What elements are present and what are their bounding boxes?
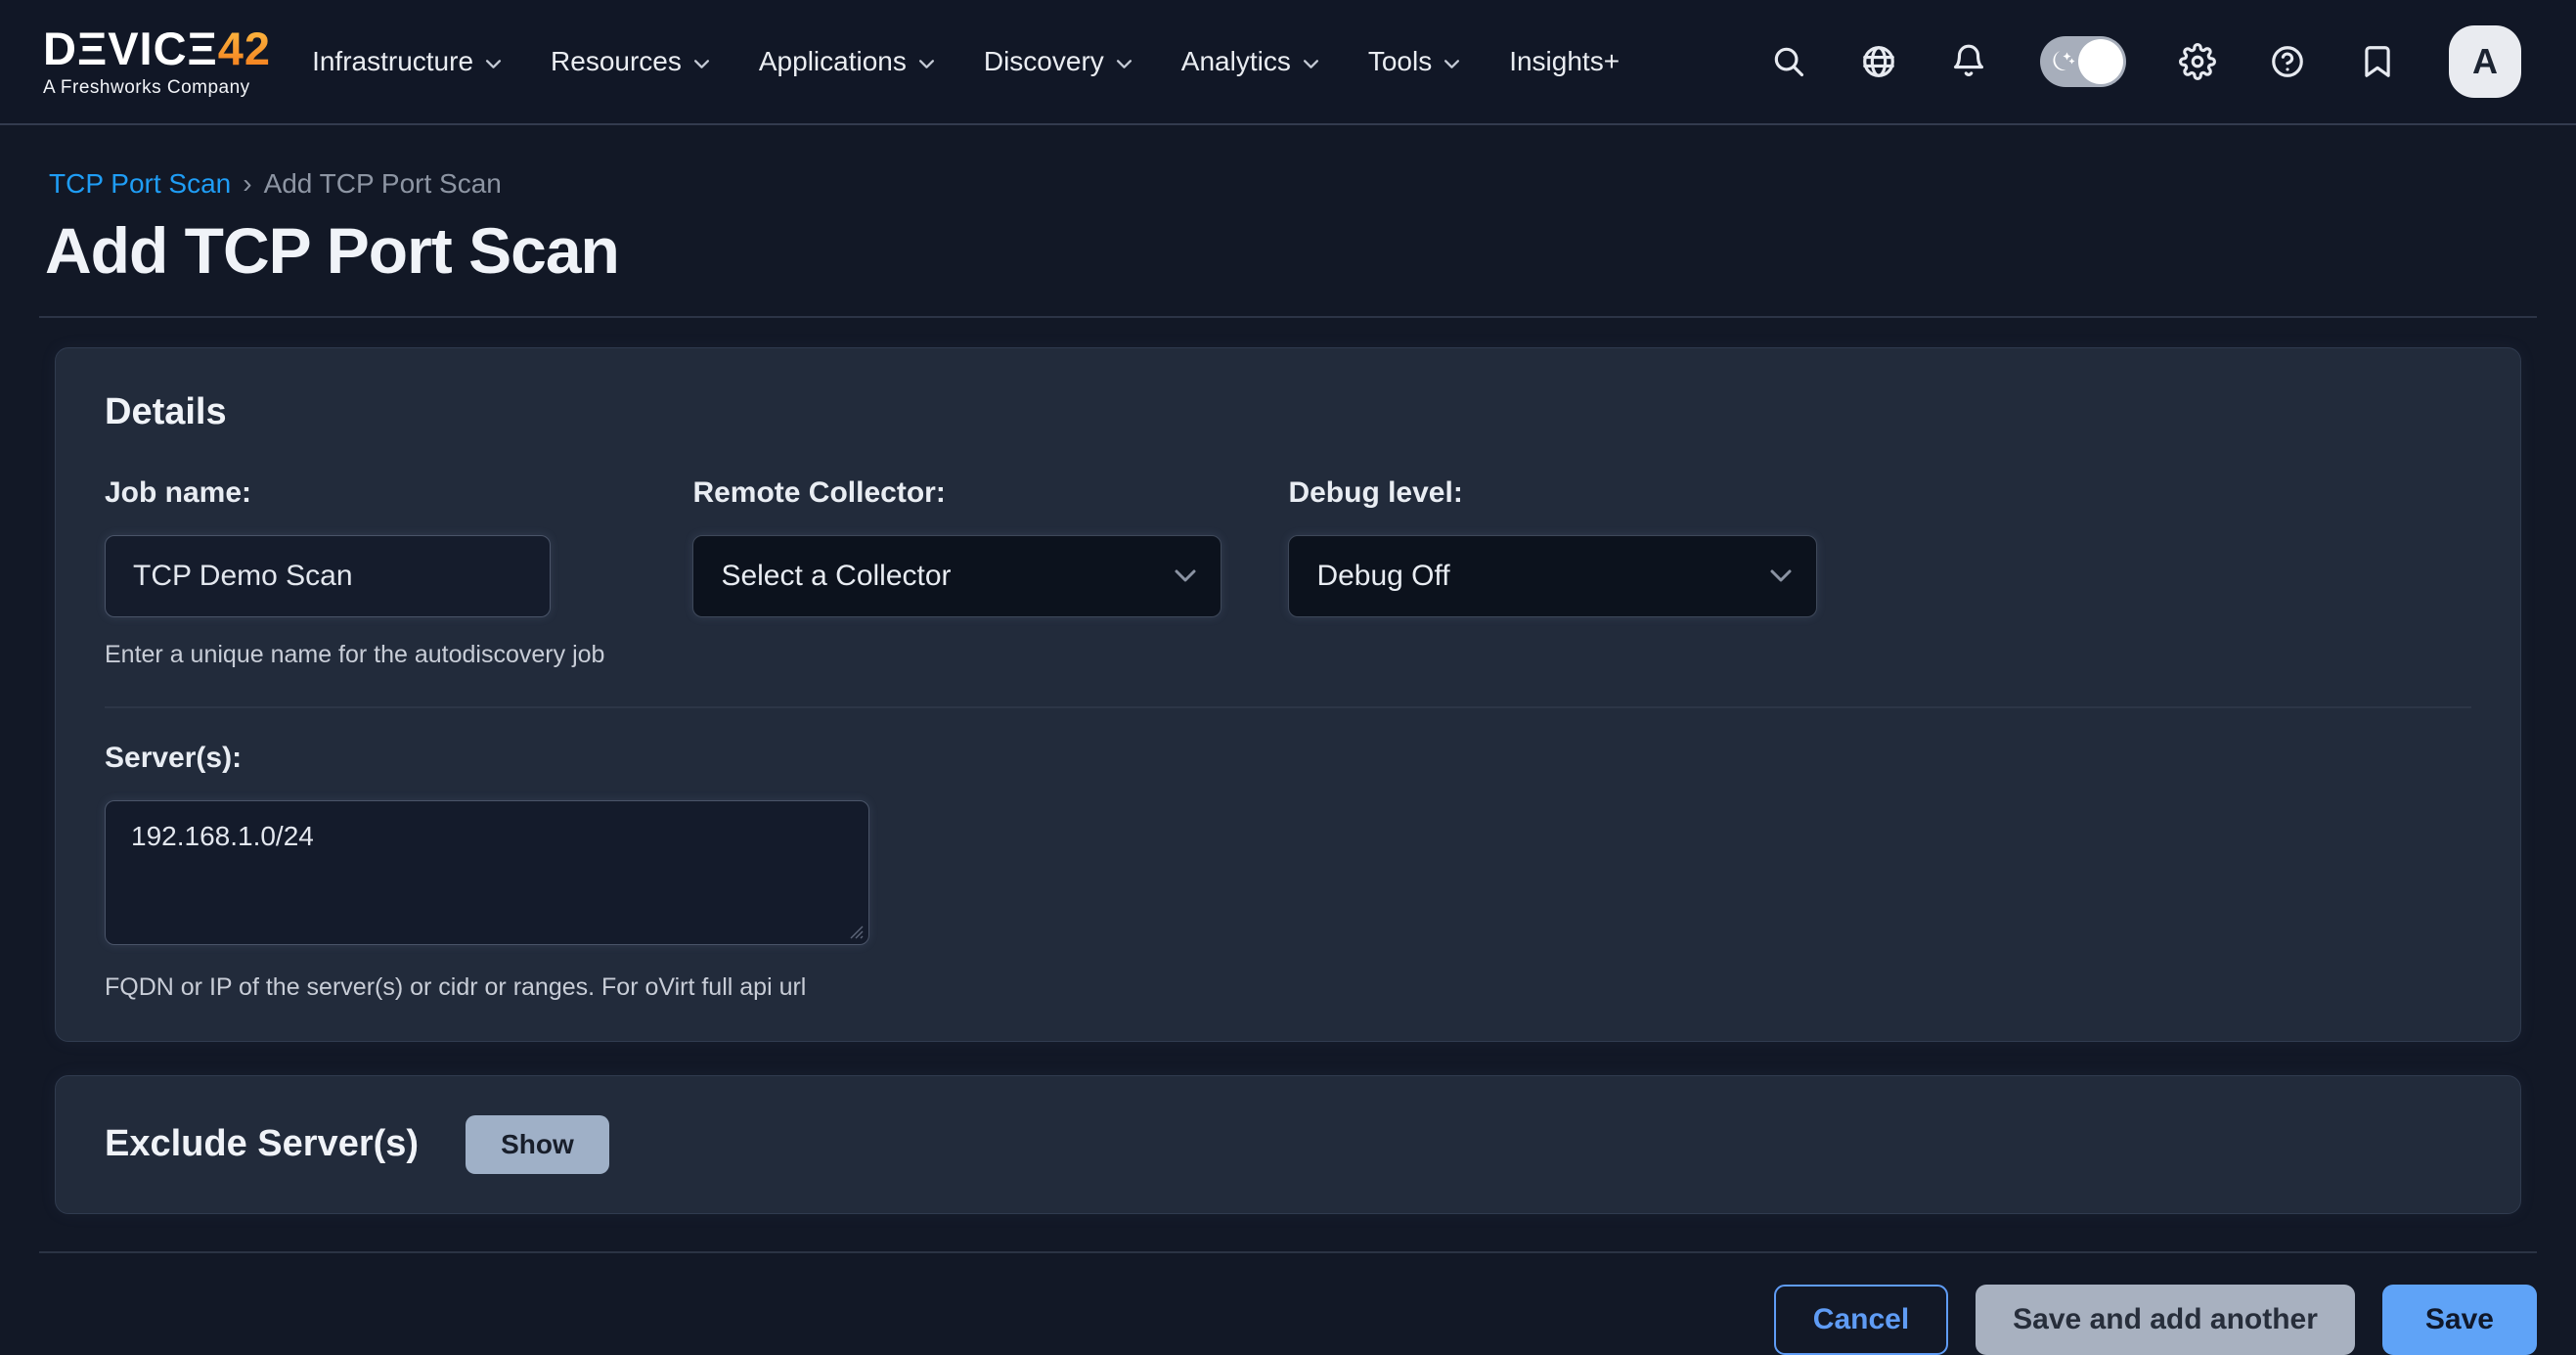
bell-icon <box>1950 43 1987 80</box>
details-card: Details Job name: Enter a unique name fo… <box>55 347 2521 1042</box>
servers-help-text: FQDN or IP of the server(s) or cidr or r… <box>105 973 2471 1002</box>
globe-button[interactable] <box>1860 43 1897 80</box>
help-button[interactable] <box>2269 43 2306 80</box>
debug-level-select[interactable]: Debug Off <box>1288 535 1817 617</box>
chevron-down-icon <box>1303 59 1319 69</box>
menu-item-applications[interactable]: Applications <box>759 46 935 77</box>
globe-icon <box>1860 43 1897 80</box>
chevron-down-icon <box>1769 568 1793 583</box>
page-title: Add TCP Port Scan <box>45 215 2537 287</box>
breadcrumb-parent-link[interactable]: TCP Port Scan <box>49 168 231 200</box>
question-circle-icon <box>2269 43 2306 80</box>
main-menu: Infrastructure Resources Applications Di… <box>312 46 1620 77</box>
chevron-down-icon <box>1174 568 1197 583</box>
breadcrumb-current: Add TCP Port Scan <box>264 168 502 200</box>
moon-stars-icon <box>2047 46 2078 77</box>
save-button[interactable]: Save <box>2382 1285 2537 1355</box>
avatar-initial: A <box>2472 41 2498 82</box>
logo-main-text: DΞVICΞ <box>43 23 218 74</box>
bookmarks-button[interactable] <box>2359 43 2396 80</box>
title-divider <box>39 316 2537 318</box>
servers-textarea[interactable]: 192.168.1.0/24 <box>105 800 869 945</box>
cancel-button[interactable]: Cancel <box>1774 1285 1948 1355</box>
device42-logo[interactable]: DΞVICΞ42 A Freshworks Company <box>43 25 271 99</box>
menu-item-label: Applications <box>759 46 907 77</box>
logo-accent-text: 42 <box>218 23 271 74</box>
job-name-field-group: Job name: Enter a unique name for the au… <box>105 476 604 669</box>
show-exclude-servers-button[interactable]: Show <box>466 1115 609 1174</box>
menu-item-infrastructure[interactable]: Infrastructure <box>312 46 502 77</box>
top-navbar: DΞVICΞ42 A Freshworks Company Infrastruc… <box>0 0 2576 125</box>
debug-level-field-group: Debug level: Debug Off <box>1288 476 1817 617</box>
footer-divider <box>39 1251 2537 1253</box>
chevron-down-icon <box>1116 59 1133 69</box>
save-and-add-another-button[interactable]: Save and add another <box>1976 1285 2355 1355</box>
chevron-down-icon <box>693 59 710 69</box>
menu-item-discovery[interactable]: Discovery <box>984 46 1133 77</box>
menu-item-tools[interactable]: Tools <box>1368 46 1460 77</box>
job-name-help-text: Enter a unique name for the autodiscover… <box>105 641 604 669</box>
remote-collector-select[interactable]: Select a Collector <box>692 535 1221 617</box>
menu-item-label: Analytics <box>1181 46 1291 77</box>
bookmark-icon <box>2359 43 2396 80</box>
menu-item-resources[interactable]: Resources <box>551 46 710 77</box>
gear-icon <box>2179 43 2216 80</box>
menu-item-analytics[interactable]: Analytics <box>1181 46 1319 77</box>
remote-collector-field-group: Remote Collector: Select a Collector <box>692 476 1221 617</box>
page-content: TCP Port Scan › Add TCP Port Scan Add TC… <box>0 168 2576 1355</box>
job-name-label: Job name: <box>105 476 604 510</box>
exclude-servers-heading: Exclude Server(s) <box>105 1123 419 1165</box>
menu-item-label: Tools <box>1368 46 1432 77</box>
chevron-down-icon <box>918 59 935 69</box>
user-avatar[interactable]: A <box>2449 25 2521 98</box>
job-name-input[interactable] <box>105 535 551 617</box>
remote-collector-selected-value: Select a Collector <box>721 560 951 593</box>
menu-item-insights[interactable]: Insights+ <box>1509 46 1620 77</box>
menu-item-label: Resources <box>551 46 682 77</box>
navbar-actions: A <box>1770 25 2521 98</box>
menu-item-label: Discovery <box>984 46 1104 77</box>
search-button[interactable] <box>1770 43 1807 80</box>
exclude-servers-card: Exclude Server(s) Show <box>55 1075 2521 1214</box>
search-icon <box>1770 43 1807 80</box>
settings-button[interactable] <box>2179 43 2216 80</box>
logo-tagline: A Freshworks Company <box>43 77 271 99</box>
servers-textarea-wrap: 192.168.1.0/24 <box>105 800 869 950</box>
details-heading: Details <box>105 391 2471 433</box>
details-fields-row: Job name: Enter a unique name for the au… <box>105 476 2471 669</box>
chevron-down-icon <box>1443 59 1460 69</box>
menu-item-label: Insights+ <box>1509 46 1620 77</box>
toggle-knob <box>2078 39 2123 84</box>
servers-label: Server(s): <box>105 742 2471 775</box>
details-section-divider <box>105 706 2471 708</box>
resize-handle-icon[interactable] <box>847 923 865 940</box>
servers-field-group: Server(s): 192.168.1.0/24 FQDN or IP of … <box>105 742 2471 1002</box>
form-actions: Cancel Save and add another Save <box>39 1285 2537 1355</box>
breadcrumb: TCP Port Scan › Add TCP Port Scan <box>49 168 2537 200</box>
theme-toggle[interactable] <box>2040 36 2126 87</box>
notifications-button[interactable] <box>1950 43 1987 80</box>
debug-level-selected-value: Debug Off <box>1316 560 1449 593</box>
breadcrumb-separator: › <box>243 168 251 200</box>
remote-collector-label: Remote Collector: <box>692 476 1221 510</box>
logo-text: DΞVICΞ42 <box>43 25 271 71</box>
menu-item-label: Infrastructure <box>312 46 473 77</box>
chevron-down-icon <box>485 59 502 69</box>
debug-level-label: Debug level: <box>1288 476 1817 510</box>
